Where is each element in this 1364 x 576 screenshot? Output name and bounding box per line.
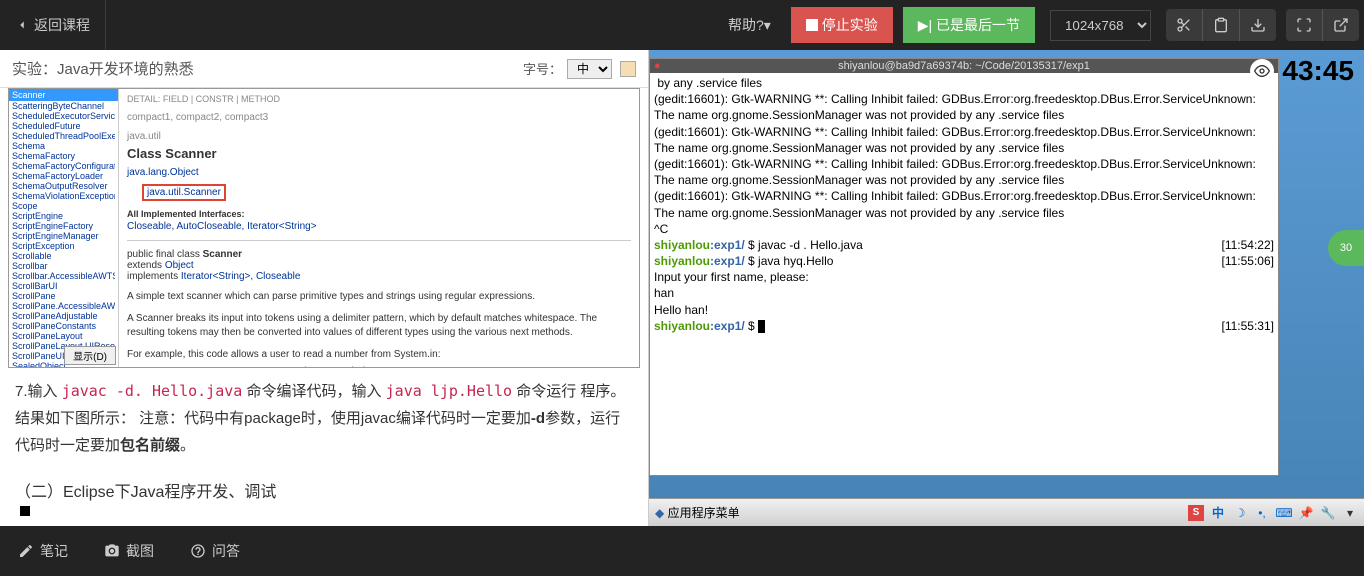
qa-button[interactable]: 问答: [172, 541, 258, 561]
scissors-icon: [1176, 17, 1192, 33]
terminal-window[interactable]: ● shiyanlou@ba9d7a69374b: ~/Code/2013531…: [649, 58, 1279, 476]
clipboard-icon: [1213, 17, 1229, 33]
moon-icon[interactable]: ☽: [1232, 505, 1248, 521]
external-button[interactable]: [1323, 9, 1359, 41]
terminal-title-bar[interactable]: ● shiyanlou@ba9d7a69374b: ~/Code/2013531…: [650, 59, 1278, 73]
pencil-icon: [18, 543, 34, 559]
notes-button[interactable]: 笔记: [0, 541, 86, 561]
ime-icon[interactable]: S: [1188, 505, 1204, 521]
next-icon: ▶|: [918, 17, 932, 34]
back-label: 返回课程: [34, 15, 90, 35]
highlighted-class: java.util.Scanner: [142, 184, 226, 201]
scroll-handle[interactable]: [20, 506, 30, 516]
display-button: 显示(D): [64, 346, 116, 365]
question-icon: [190, 543, 206, 559]
screenshot-button[interactable]: 截图: [86, 541, 172, 561]
tool-icon[interactable]: 🔧: [1320, 505, 1336, 521]
font-size-select[interactable]: 中: [567, 59, 612, 79]
stop-experiment-button[interactable]: 停止实验: [791, 7, 893, 43]
javadoc-screenshot: Scanner ScatteringByteChannelScheduledEx…: [8, 88, 640, 368]
help-button[interactable]: 帮助? ▾: [713, 15, 786, 35]
fullscreen-button[interactable]: [1286, 9, 1323, 41]
stop-icon: [806, 19, 818, 31]
chevron-down-icon[interactable]: ▾: [1342, 505, 1358, 521]
punct-icon[interactable]: •,: [1254, 505, 1270, 521]
javadoc-selected-class: Scanner: [9, 89, 118, 101]
next-section-button[interactable]: ▶| 已是最后一节: [903, 7, 1035, 43]
external-icon: [1333, 17, 1349, 33]
javadoc-class-title: Class Scanner: [127, 146, 631, 161]
camera-icon: [104, 543, 120, 559]
close-icon[interactable]: ●: [654, 60, 661, 72]
fullscreen-icon: [1296, 17, 1312, 33]
javadoc-class-list: ScatteringByteChannelScheduledExecutorSe…: [9, 101, 118, 367]
instruction-text: 7.输入 javac -d. Hello.java 命令编译代码，输入 java…: [0, 368, 648, 518]
timer-display: 43:45: [1250, 55, 1354, 87]
back-button[interactable]: 返回课程: [0, 0, 106, 50]
arrow-left-icon: [15, 18, 29, 32]
experiment-title: 实验：Java开发环境的熟悉: [12, 58, 194, 79]
pin-icon[interactable]: 📌: [1298, 505, 1314, 521]
download-button[interactable]: [1240, 9, 1276, 41]
vm-desktop[interactable]: 43:45 30 ● shiyanlou@ba9d7a69374b: ~/Cod…: [649, 50, 1364, 526]
instructions-pane: 实验：Java开发环境的熟悉 字号： 中 Scanner ScatteringB…: [0, 50, 649, 526]
download-icon: [1250, 17, 1266, 33]
level-badge[interactable]: 30: [1328, 230, 1364, 266]
terminal-output[interactable]: by any .service files(gedit:16601): Gtk-…: [650, 73, 1278, 336]
cut-button[interactable]: [1166, 9, 1203, 41]
lang-icon[interactable]: 中: [1210, 505, 1226, 521]
resolution-select[interactable]: 1024x768: [1050, 10, 1151, 41]
section-2-title: （二）Eclipse下Java程序开发、调试: [15, 479, 633, 508]
javadoc-detail-header: DETAIL: FIELD | CONSTR | METHOD: [127, 94, 631, 104]
font-size-label: 字号：: [523, 59, 562, 78]
app-menu-label[interactable]: 应用程序菜单: [668, 504, 740, 521]
app-menu-icon[interactable]: ◆: [655, 506, 664, 520]
clipboard-button[interactable]: [1203, 9, 1240, 41]
eye-icon[interactable]: [1250, 59, 1274, 83]
keyboard-icon[interactable]: ⌨: [1276, 505, 1292, 521]
taskbar[interactable]: ◆ 应用程序菜单 S 中 ☽ •, ⌨ 📌 🔧 ▾: [649, 498, 1364, 526]
document-icon[interactable]: [620, 61, 636, 77]
